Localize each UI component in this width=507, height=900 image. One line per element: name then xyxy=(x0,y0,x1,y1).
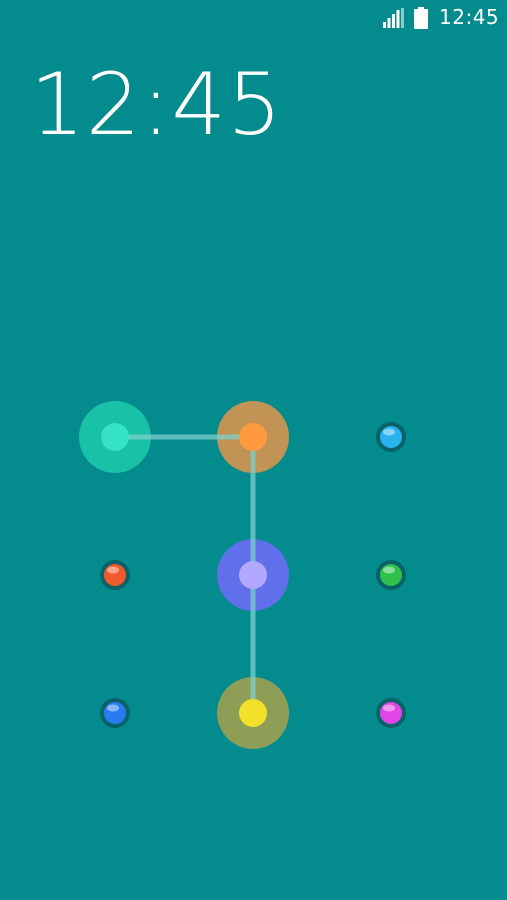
battery-icon xyxy=(414,7,428,29)
status-time: 12:45 xyxy=(439,5,500,29)
lock-clock: 12:45 xyxy=(30,55,283,155)
pattern-dot-1[interactable] xyxy=(101,423,129,451)
pattern-lock-pad[interactable] xyxy=(0,340,507,780)
signal-icon xyxy=(383,8,404,28)
pattern-dot-4[interactable] xyxy=(100,560,130,590)
pattern-grid[interactable] xyxy=(0,340,507,780)
pattern-dot-6[interactable] xyxy=(376,560,406,590)
pattern-dot-7[interactable] xyxy=(100,698,130,728)
pattern-dot-2[interactable] xyxy=(239,423,267,451)
pattern-dot-8[interactable] xyxy=(239,699,267,727)
pattern-dot-5[interactable] xyxy=(239,561,267,589)
pattern-dot-9[interactable] xyxy=(376,698,406,728)
pattern-dot-3[interactable] xyxy=(376,422,406,452)
status-bar: 12:45 xyxy=(0,0,507,36)
